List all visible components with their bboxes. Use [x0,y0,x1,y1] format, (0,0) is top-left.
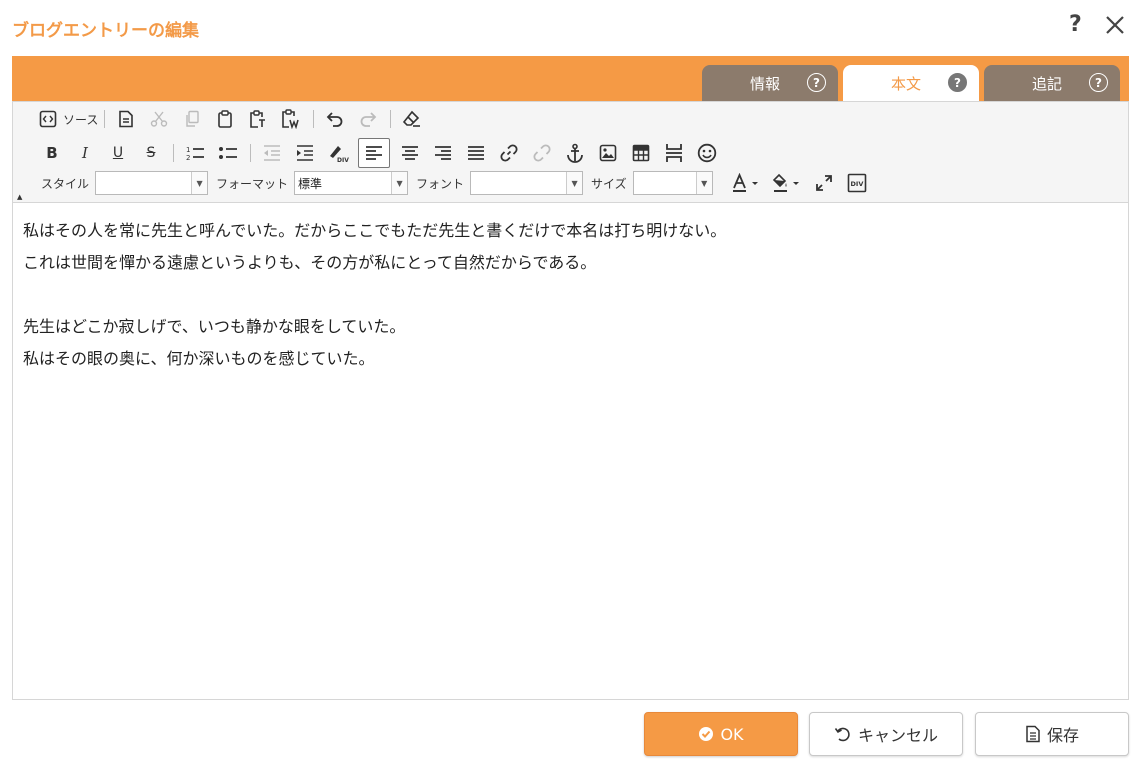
source-button[interactable]: ソース [39,110,98,128]
separator [250,144,251,162]
content-paragraph: 私はその人を常に先生と呼んでいた。だからここでもただ先生と書くだけで本名は打ち明… [23,221,727,240]
collapse-toolbar-icon[interactable]: ▲ [17,193,22,201]
tab-info[interactable]: 情報 ? [702,65,838,101]
numbered-list-icon[interactable]: 12 [182,140,208,166]
cut-icon[interactable] [146,106,172,132]
tab-body-label: 本文 [890,74,921,93]
ok-label: OK [720,724,744,744]
source-code-icon [39,110,57,128]
align-justify-icon[interactable] [463,140,489,166]
create-div-icon[interactable]: DIV [325,140,351,166]
strikethrough-icon[interactable]: S [138,140,164,166]
undo-arrow-icon [834,727,850,742]
undo-icon[interactable] [322,106,348,132]
tab-body[interactable]: 本文 ? [843,65,979,101]
save-button[interactable]: 保存 [975,712,1129,756]
chevron-down-icon[interactable]: ▼ [695,172,712,194]
page-break-icon[interactable] [661,140,687,166]
underline-icon[interactable]: U [105,140,131,166]
font-select[interactable]: ▼ [470,171,584,195]
size-select[interactable]: ▼ [632,171,713,195]
dialog-title: ブログエントリーの編集 [12,21,199,41]
image-icon[interactable] [595,140,621,166]
chevron-down-icon[interactable]: ▼ [566,172,583,194]
size-label: サイズ [591,176,627,191]
close-icon[interactable] [1104,14,1126,36]
background-color-icon[interactable] [770,170,804,196]
chevron-down-icon[interactable]: ▼ [191,172,208,194]
smiley-icon[interactable] [694,140,720,166]
svg-text:1: 1 [186,146,190,154]
unlink-icon[interactable] [529,140,555,166]
save-label: 保存 [1046,726,1079,745]
editor-toolbar: ソース B I U S 1 2 DIV スタイル ▼ フォーマット 標準 ▼ フ… [13,102,1128,203]
bold-icon[interactable]: B [39,140,65,166]
question-circle-icon[interactable]: ? [807,73,826,92]
source-label: ソース [63,112,99,127]
style-select[interactable]: ▼ [95,171,209,195]
format-select-value: 標準 [298,176,323,191]
copy-icon[interactable] [179,106,205,132]
content-paragraph: 私はその眼の奥に、何か深いものを感じていた。 [23,349,375,368]
align-left-icon[interactable] [358,138,390,168]
separator [313,110,315,128]
outdent-icon[interactable] [259,140,285,166]
rich-text-editor: ソース B I U S 1 2 DIV スタイル ▼ フォーマット 標準 ▼ フ… [12,101,1129,700]
tab-addendum-label: 追記 [1031,74,1062,93]
redo-icon[interactable] [355,106,381,132]
question-circle-icon[interactable]: ? [948,73,967,92]
toolbar-row-3: スタイル ▼ フォーマット 標準 ▼ フォント ▼ サイズ ▼ DIV [41,170,877,196]
format-select[interactable]: 標準 ▼ [294,171,409,195]
font-label: フォント [416,176,465,191]
anchor-icon[interactable] [562,140,588,166]
help-icon[interactable]: ? [1069,12,1082,37]
remove-format-icon[interactable] [399,106,425,132]
italic-icon[interactable]: I [72,140,98,166]
paste-icon[interactable] [212,106,238,132]
format-label: フォーマット [216,176,289,191]
content-paragraph [23,279,1123,311]
content-paragraph: これは世間を憚かる遠慮というよりも、その方が私にとって自然だからである。 [23,253,597,272]
style-label: スタイル [41,176,90,191]
align-right-icon[interactable] [430,140,456,166]
paste-from-word-icon[interactable] [278,106,304,132]
paste-text-icon[interactable] [245,106,271,132]
document-icon [1026,725,1040,743]
toolbar-row-1: ソース [39,108,432,130]
content-paragraph: 先生はどこか寂しげで、いつも静かな眼をしていた。 [23,317,406,336]
cancel-button[interactable]: キャンセル [809,712,963,756]
cancel-label: キャンセル [857,726,938,745]
separator [390,110,392,128]
link-icon[interactable] [496,140,522,166]
separator [104,110,106,128]
separator [173,144,174,162]
svg-text:2: 2 [186,154,190,162]
check-circle-icon [699,727,714,741]
chevron-down-icon[interactable]: ▼ [391,172,408,194]
text-color-icon[interactable] [729,170,763,196]
svg-text:DIV: DIV [850,180,863,188]
table-icon[interactable] [628,140,654,166]
bulleted-list-icon[interactable] [215,140,241,166]
maximize-icon[interactable] [811,170,837,196]
tab-info-label: 情報 [749,74,780,93]
editor-content[interactable]: 私はその人を常に先生と呼んでいた。だからここでもただ先生と書くだけで本名は打ち明… [23,215,1123,375]
toolbar-row-2: B I U S 12 DIV [39,138,727,168]
tab-addendum[interactable]: 追記 ? [984,65,1120,101]
svg-text:DIV: DIV [337,157,349,163]
document-icon[interactable] [113,106,139,132]
ok-button[interactable]: OK [644,712,798,756]
question-circle-icon[interactable]: ? [1089,73,1108,92]
indent-icon[interactable] [292,140,318,166]
show-blocks-icon[interactable]: DIV [844,170,870,196]
align-center-icon[interactable] [397,140,423,166]
